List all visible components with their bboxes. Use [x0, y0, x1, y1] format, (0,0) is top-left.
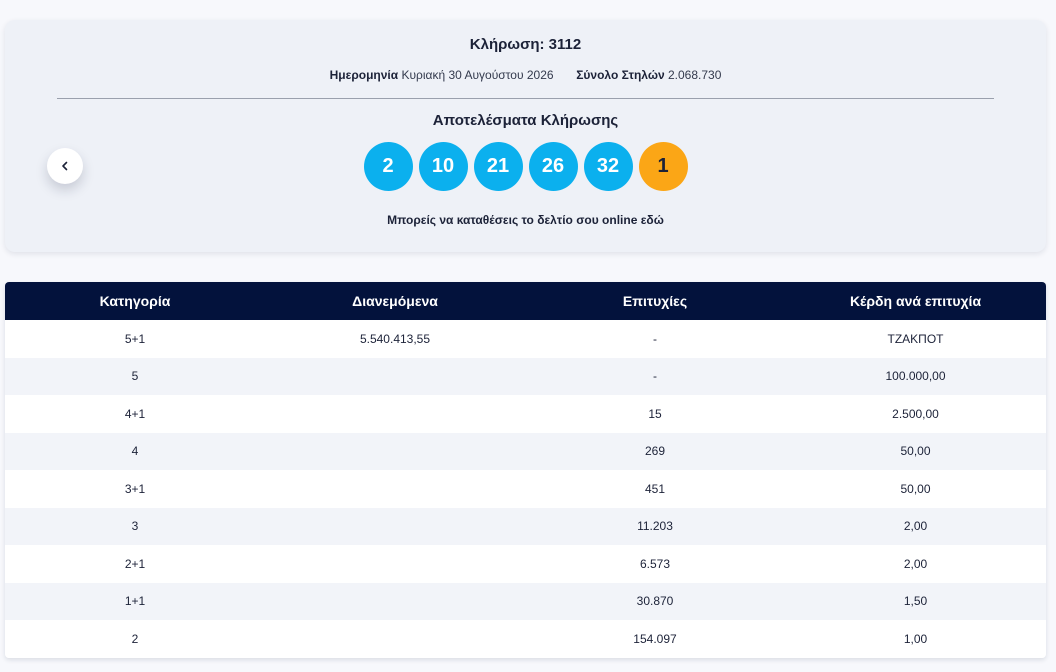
date-label: Ημερομηνία [329, 68, 399, 82]
cell-prize: 1,50 [903, 594, 928, 609]
cell-winners: 15 [648, 406, 662, 421]
cell-winners: - [653, 331, 657, 346]
cell-category: 4 [131, 444, 139, 459]
prize-table: Κατηγορία Διανεμόμενα Επιτυχίες Κέρδη αν… [5, 282, 1046, 658]
cell-category: 5+1 [124, 331, 146, 346]
cell-winners: 154.097 [633, 631, 677, 646]
cell-prize: 50,00 [900, 444, 931, 459]
cell-distributed [265, 620, 525, 658]
cell-winners: 30.870 [636, 594, 674, 609]
table-row: 4 269 50,00 [5, 432, 1046, 471]
cell-category: 2+1 [124, 556, 146, 571]
table-row: 2+1 6.573 2,00 [5, 545, 1046, 583]
header-prize-per-winner: Κέρδη ανά επιτυχία [849, 293, 982, 309]
number-ball: 21 [473, 142, 523, 191]
table-row: 3+1 451 50,00 [5, 470, 1046, 508]
cell-distributed [265, 433, 525, 471]
number-ball: 26 [528, 142, 578, 191]
table-body: 5+1 5.540.413,55 - ΤΖΑΚΠΟΤ 5 - 100.000,0… [5, 320, 1046, 658]
divider [57, 98, 994, 99]
draw-title: Κλήρωση: 3112 [469, 36, 582, 53]
cell-prize: 100.000,00 [885, 369, 946, 384]
cell-prize: 1,00 [903, 631, 928, 646]
cell-category: 2 [131, 631, 139, 646]
cell-distributed [265, 545, 525, 583]
table-header: Κατηγορία Διανεμόμενα Επιτυχίες Κέρδη αν… [5, 282, 1046, 320]
cell-prize: 2.500,00 [892, 406, 939, 421]
winning-numbers: 2 10 21 26 32 1 [5, 142, 1046, 191]
cell-distributed [265, 358, 525, 396]
table-row: 4+1 15 2.500,00 [5, 395, 1046, 433]
cell-winners: 269 [644, 444, 666, 459]
table-row: 5 - 100.000,00 [5, 357, 1046, 396]
cell-prize: 50,00 [900, 481, 931, 496]
cell-category: 5 [131, 369, 139, 384]
table-row: 3 11.203 2,00 [5, 507, 1046, 546]
columns-value: 2.068.730 [667, 68, 722, 82]
cell-distributed [265, 583, 525, 621]
header-category: Κατηγορία [99, 293, 171, 309]
cell-distributed [265, 508, 525, 546]
cell-winners: 11.203 [637, 519, 673, 534]
number-ball: 2 [363, 142, 413, 191]
header-distributed: Διανεμόμενα [352, 293, 438, 309]
cell-prize: 2,00 [903, 556, 928, 571]
table-row: 5+1 5.540.413,55 - ΤΖΑΚΠΟΤ [5, 320, 1046, 358]
online-ticket-link[interactable]: Μπορείς να καταθέσεις το δελτίο σου onli… [5, 213, 1046, 227]
table-row: 2 154.097 1,00 [5, 620, 1046, 658]
cell-distributed [265, 395, 525, 433]
cell-category: 4+1 [124, 406, 146, 421]
cell-prize: ΤΖΑΚΠΟΤ [887, 331, 944, 346]
draw-card: Κλήρωση: 3112 Ημερομηνία Κυριακή 30 Αυγο… [5, 20, 1046, 252]
cell-winners: 6.573 [639, 556, 671, 571]
cell-distributed: 5.540.413,55 [359, 331, 431, 346]
table-row: 1+1 30.870 1,50 [5, 582, 1046, 621]
cell-prize: 2,00 [903, 519, 928, 534]
columns-label: Σύνολο Στηλών [576, 68, 665, 82]
date-value: Κυριακή 30 Αυγούστου 2026 [401, 68, 554, 82]
cell-category: 1+1 [124, 594, 146, 609]
cell-winners: 451 [644, 481, 666, 496]
cell-category: 3+1 [124, 481, 146, 496]
number-ball: 10 [418, 142, 468, 191]
results-title: Αποτελέσματα Κλήρωσης [432, 112, 619, 129]
cell-distributed [265, 470, 525, 508]
header-winners: Επιτυχίες [622, 293, 688, 309]
draw-meta: Ημερομηνία Κυριακή 30 Αυγούστου 2026 Σύν… [5, 68, 1046, 82]
cell-category: 3 [131, 519, 139, 534]
number-ball: 32 [583, 142, 633, 191]
cell-winners: - [653, 369, 657, 384]
bonus-ball: 1 [638, 142, 688, 191]
